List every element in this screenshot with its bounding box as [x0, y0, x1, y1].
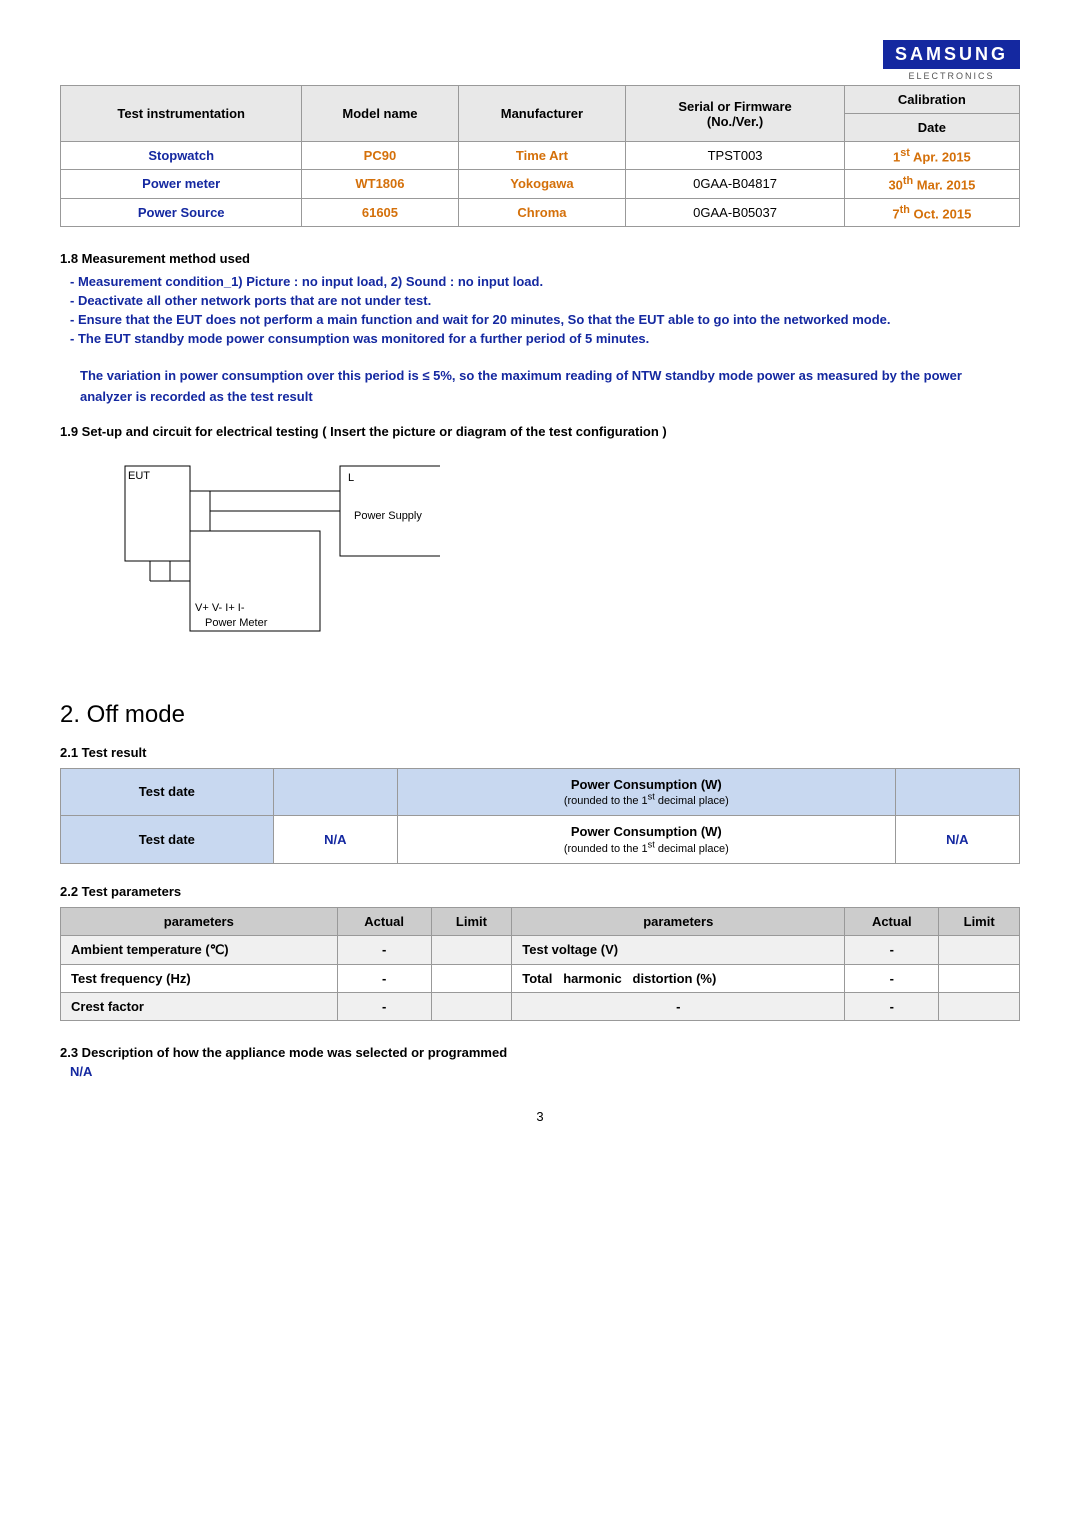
- actual-thd: -: [845, 964, 939, 992]
- actual-crest: -: [337, 992, 431, 1020]
- test-result-title: 2.1 Test result: [60, 745, 1020, 760]
- th-power-consumption: Power Consumption (W) (rounded to the 1s…: [397, 768, 895, 816]
- instrument-powermeter: Power meter: [61, 170, 302, 198]
- params-table: parameters Actual Limit parameters Actua…: [60, 907, 1020, 1021]
- test-result-section: 2.1 Test result Test date Power Consumpt…: [60, 745, 1020, 864]
- model-wt1806: WT1806: [302, 170, 458, 198]
- calibration-row1: 30th Mar. 2015: [844, 170, 1019, 198]
- limit-frequency: [431, 964, 512, 992]
- circuit-svg: EUT V+ V- I+ I- Power Meter L Power Supp…: [120, 451, 440, 671]
- manufacturer-timeart: Time Art: [458, 142, 626, 170]
- ph-parameters1: parameters: [61, 907, 338, 935]
- svg-text:Power Supply: Power Supply: [354, 510, 422, 522]
- instrumentation-table: Test instrumentation Model name Manufact…: [60, 85, 1020, 227]
- limit-ambient: [431, 935, 512, 964]
- bullet-3: - Ensure that the EUT does not perform a…: [70, 312, 1020, 327]
- param-ambient: Ambient temperature (℃): [61, 935, 338, 964]
- limit-thd: [939, 964, 1020, 992]
- power-consumption-value: N/A: [895, 816, 1019, 864]
- ph-actual1: Actual: [337, 907, 431, 935]
- calibration-row0: 1st Apr. 2015: [844, 142, 1019, 170]
- serial-0gaa-b04817: 0GAA-B04817: [626, 170, 844, 198]
- table-row: Power meter WT1806 Yokogawa 0GAA-B04817 …: [61, 170, 1020, 198]
- col-header-manufacturer: Manufacturer: [458, 86, 626, 142]
- svg-text:L: L: [348, 472, 354, 484]
- measurement-section: 1.8 Measurement method used - Measuremen…: [60, 251, 1020, 346]
- manufacturer-yokogawa: Yokogawa: [458, 170, 626, 198]
- test-params-title: 2.2 Test parameters: [60, 884, 1020, 899]
- param-empty: -: [512, 992, 845, 1020]
- calibration-row2: 7th Oct. 2015: [844, 198, 1019, 226]
- col-header-model: Model name: [302, 86, 458, 142]
- params-header-row: parameters Actual Limit parameters Actua…: [61, 907, 1020, 935]
- header-logo-area: SAMSUNG ELECTRONICS: [60, 40, 1020, 81]
- ph-actual2: Actual: [845, 907, 939, 935]
- col-header-calibration: Calibration: [844, 86, 1019, 114]
- brand-name: SAMSUNG: [883, 40, 1020, 69]
- page-number: 3: [60, 1109, 1020, 1124]
- instrument-stopwatch: Stopwatch: [61, 142, 302, 170]
- off-mode-heading: 2. Off mode: [60, 701, 1020, 729]
- ph-parameters2: parameters: [512, 907, 845, 935]
- test-params-section: 2.2 Test parameters parameters Actual Li…: [60, 884, 1020, 1021]
- bullet-2: - Deactivate all other network ports tha…: [70, 293, 1020, 308]
- test-result-table: Test date Power Consumption (W) (rounded…: [60, 768, 1020, 864]
- limit-empty: [939, 992, 1020, 1020]
- bullet-1: - Measurement condition_1) Picture : no …: [70, 274, 1020, 289]
- model-61605: 61605: [302, 198, 458, 226]
- svg-text:V+ V- I+ I-: V+ V- I+ I-: [195, 602, 245, 614]
- description-section: 2.3 Description of how the appliance mod…: [60, 1045, 1020, 1079]
- test-date-value: N/A: [273, 816, 397, 864]
- limit-crest: [431, 992, 512, 1020]
- measurement-title: 1.8 Measurement method used: [60, 251, 1020, 266]
- bullet-4: - The EUT standby mode power consumption…: [70, 331, 1020, 346]
- actual-frequency: -: [337, 964, 431, 992]
- manufacturer-chroma: Chroma: [458, 198, 626, 226]
- col-header-serial: Serial or Firmware(No./Ver.): [626, 86, 844, 142]
- params-row-1: Ambient temperature (℃) - Test voltage (…: [61, 935, 1020, 964]
- power-consumption-label: Power Consumption (W) (rounded to the 1s…: [397, 816, 895, 864]
- param-voltage: Test voltage (V): [512, 935, 845, 964]
- col-header-date: Date: [844, 114, 1019, 142]
- circuit-diagram: EUT V+ V- I+ I- Power Meter L Power Supp…: [120, 451, 440, 671]
- table-row: Power Source 61605 Chroma 0GAA-B05037 7t…: [61, 198, 1020, 226]
- brand-sub: ELECTRONICS: [883, 71, 1020, 81]
- th-value: [895, 768, 1019, 816]
- svg-text:EUT: EUT: [128, 470, 150, 482]
- ph-limit2: Limit: [939, 907, 1020, 935]
- circuit-title: 1.9 Set-up and circuit for electrical te…: [60, 424, 1020, 439]
- description-value: N/A: [70, 1064, 1020, 1079]
- serial-tpst003: TPST003: [626, 142, 844, 170]
- limit-voltage: [939, 935, 1020, 964]
- actual-ambient: -: [337, 935, 431, 964]
- th-empty: [273, 768, 397, 816]
- samsung-logo: SAMSUNG ELECTRONICS: [883, 40, 1020, 81]
- param-thd: Total harmonic distortion (%): [512, 964, 845, 992]
- serial-0gaa-b05037: 0GAA-B05037: [626, 198, 844, 226]
- actual-empty: -: [845, 992, 939, 1020]
- description-title: 2.3 Description of how the appliance mod…: [60, 1045, 1020, 1060]
- instrument-powersource: Power Source: [61, 198, 302, 226]
- table-row: Stopwatch PC90 Time Art TPST003 1st Apr.…: [61, 142, 1020, 170]
- svg-text:Power Meter: Power Meter: [205, 617, 268, 629]
- param-frequency: Test frequency (Hz): [61, 964, 338, 992]
- test-result-row: Test date N/A Power Consumption (W) (rou…: [61, 816, 1020, 864]
- variation-note: The variation in power consumption over …: [80, 366, 1000, 408]
- col-header-instrument: Test instrumentation: [61, 86, 302, 142]
- model-pc90: PC90: [302, 142, 458, 170]
- th-test-date: Test date: [61, 768, 274, 816]
- circuit-section: 1.9 Set-up and circuit for electrical te…: [60, 424, 1020, 671]
- params-row-2: Test frequency (Hz) - Total harmonic dis…: [61, 964, 1020, 992]
- actual-voltage: -: [845, 935, 939, 964]
- param-crest: Crest factor: [61, 992, 338, 1020]
- ph-limit1: Limit: [431, 907, 512, 935]
- params-row-3: Crest factor - - -: [61, 992, 1020, 1020]
- test-date-label: Test date: [61, 816, 274, 864]
